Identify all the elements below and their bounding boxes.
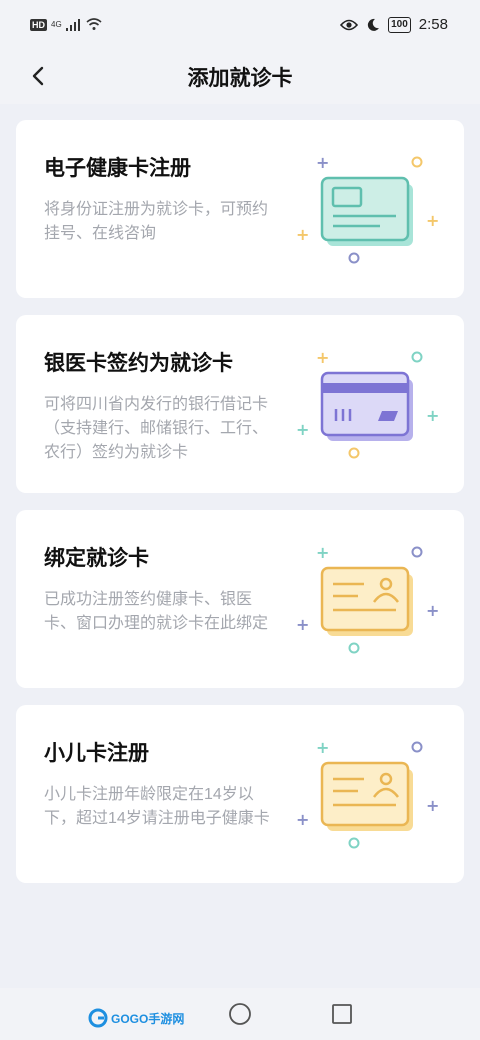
card-list: 电子健康卡注册 将身份证注册为就诊卡，可预约挂号、在线咨询 + + + 银医卡签… <box>0 104 480 988</box>
card-bank-sign[interactable]: 银医卡签约为就诊卡 可将四川省内发行的银行借记卡（支持建行、邮储银行、工行、农行… <box>16 315 464 493</box>
card-description: 已成功注册签约健康卡、银医卡、窗口办理的就诊卡在此绑定 <box>44 591 269 632</box>
svg-text:+: + <box>316 348 329 367</box>
card-title: 绑定就诊卡 <box>44 547 149 570</box>
signal-icon <box>65 18 80 31</box>
bank-card-icon: + + + <box>296 348 439 459</box>
clock: 2:58 <box>418 16 448 33</box>
status-right: 100 2:58 <box>340 16 448 33</box>
card-title: 银医卡签约为就诊卡 <box>44 352 233 375</box>
svg-text:+: + <box>296 615 309 634</box>
svg-text:+: + <box>316 738 329 757</box>
logo-icon <box>88 1008 108 1028</box>
recents-square-icon[interactable] <box>331 1003 353 1025</box>
svg-text:+: + <box>316 153 329 172</box>
card-health-register[interactable]: 电子健康卡注册 将身份证注册为就诊卡，可预约挂号、在线咨询 + + + <box>16 120 464 298</box>
eye-icon <box>340 19 359 30</box>
card-description: 小儿卡注册年龄限定在14岁以下，超过14岁请注册电子健康卡 <box>44 786 270 827</box>
svg-text:+: + <box>426 796 439 815</box>
svg-text:+: + <box>296 225 309 244</box>
network-type: 4G <box>51 19 62 29</box>
svg-text:+: + <box>426 601 439 620</box>
moon-icon <box>367 18 380 31</box>
card-bind[interactable]: 绑定就诊卡 已成功注册签约健康卡、银医卡、窗口办理的就诊卡在此绑定 + + + <box>16 510 464 688</box>
card-title: 小儿卡注册 <box>44 742 149 765</box>
battery-indicator: 100 <box>388 16 411 33</box>
svg-text:+: + <box>426 406 439 425</box>
hd-badge: HD <box>30 18 47 31</box>
svg-text:+: + <box>316 543 329 562</box>
id-card-icon: + + + <box>296 738 439 849</box>
svg-text:+: + <box>426 211 439 230</box>
page-title: 添加就诊卡 <box>187 67 293 90</box>
card-child-register[interactable]: 小儿卡注册 小儿卡注册年龄限定在14岁以下，超过14岁请注册电子健康卡 + + … <box>16 705 464 883</box>
id-card-icon: + + + <box>296 543 439 654</box>
system-nav-bar: GOGO手游网 <box>0 988 480 1040</box>
wifi-icon <box>86 18 102 30</box>
status-bar: HD 4G 100 2:58 <box>0 0 480 52</box>
health-card-icon: + + + <box>296 153 439 264</box>
svg-text:+: + <box>296 420 309 439</box>
status-left: HD 4G <box>30 18 102 31</box>
home-circle-icon[interactable] <box>228 1002 252 1026</box>
watermark-logo: GOGO手游网 <box>88 1008 184 1028</box>
card-description: 可将四川省内发行的银行借记卡（支持建行、邮储银行、工行、农行）签约为就诊卡 <box>44 396 269 461</box>
svg-text:+: + <box>296 810 309 829</box>
header: 添加就诊卡 <box>0 52 480 100</box>
card-description: 将身份证注册为就诊卡，可预约挂号、在线咨询 <box>44 201 269 242</box>
watermark-text: GOGO手游网 <box>111 1011 185 1026</box>
card-title: 电子健康卡注册 <box>44 157 191 180</box>
